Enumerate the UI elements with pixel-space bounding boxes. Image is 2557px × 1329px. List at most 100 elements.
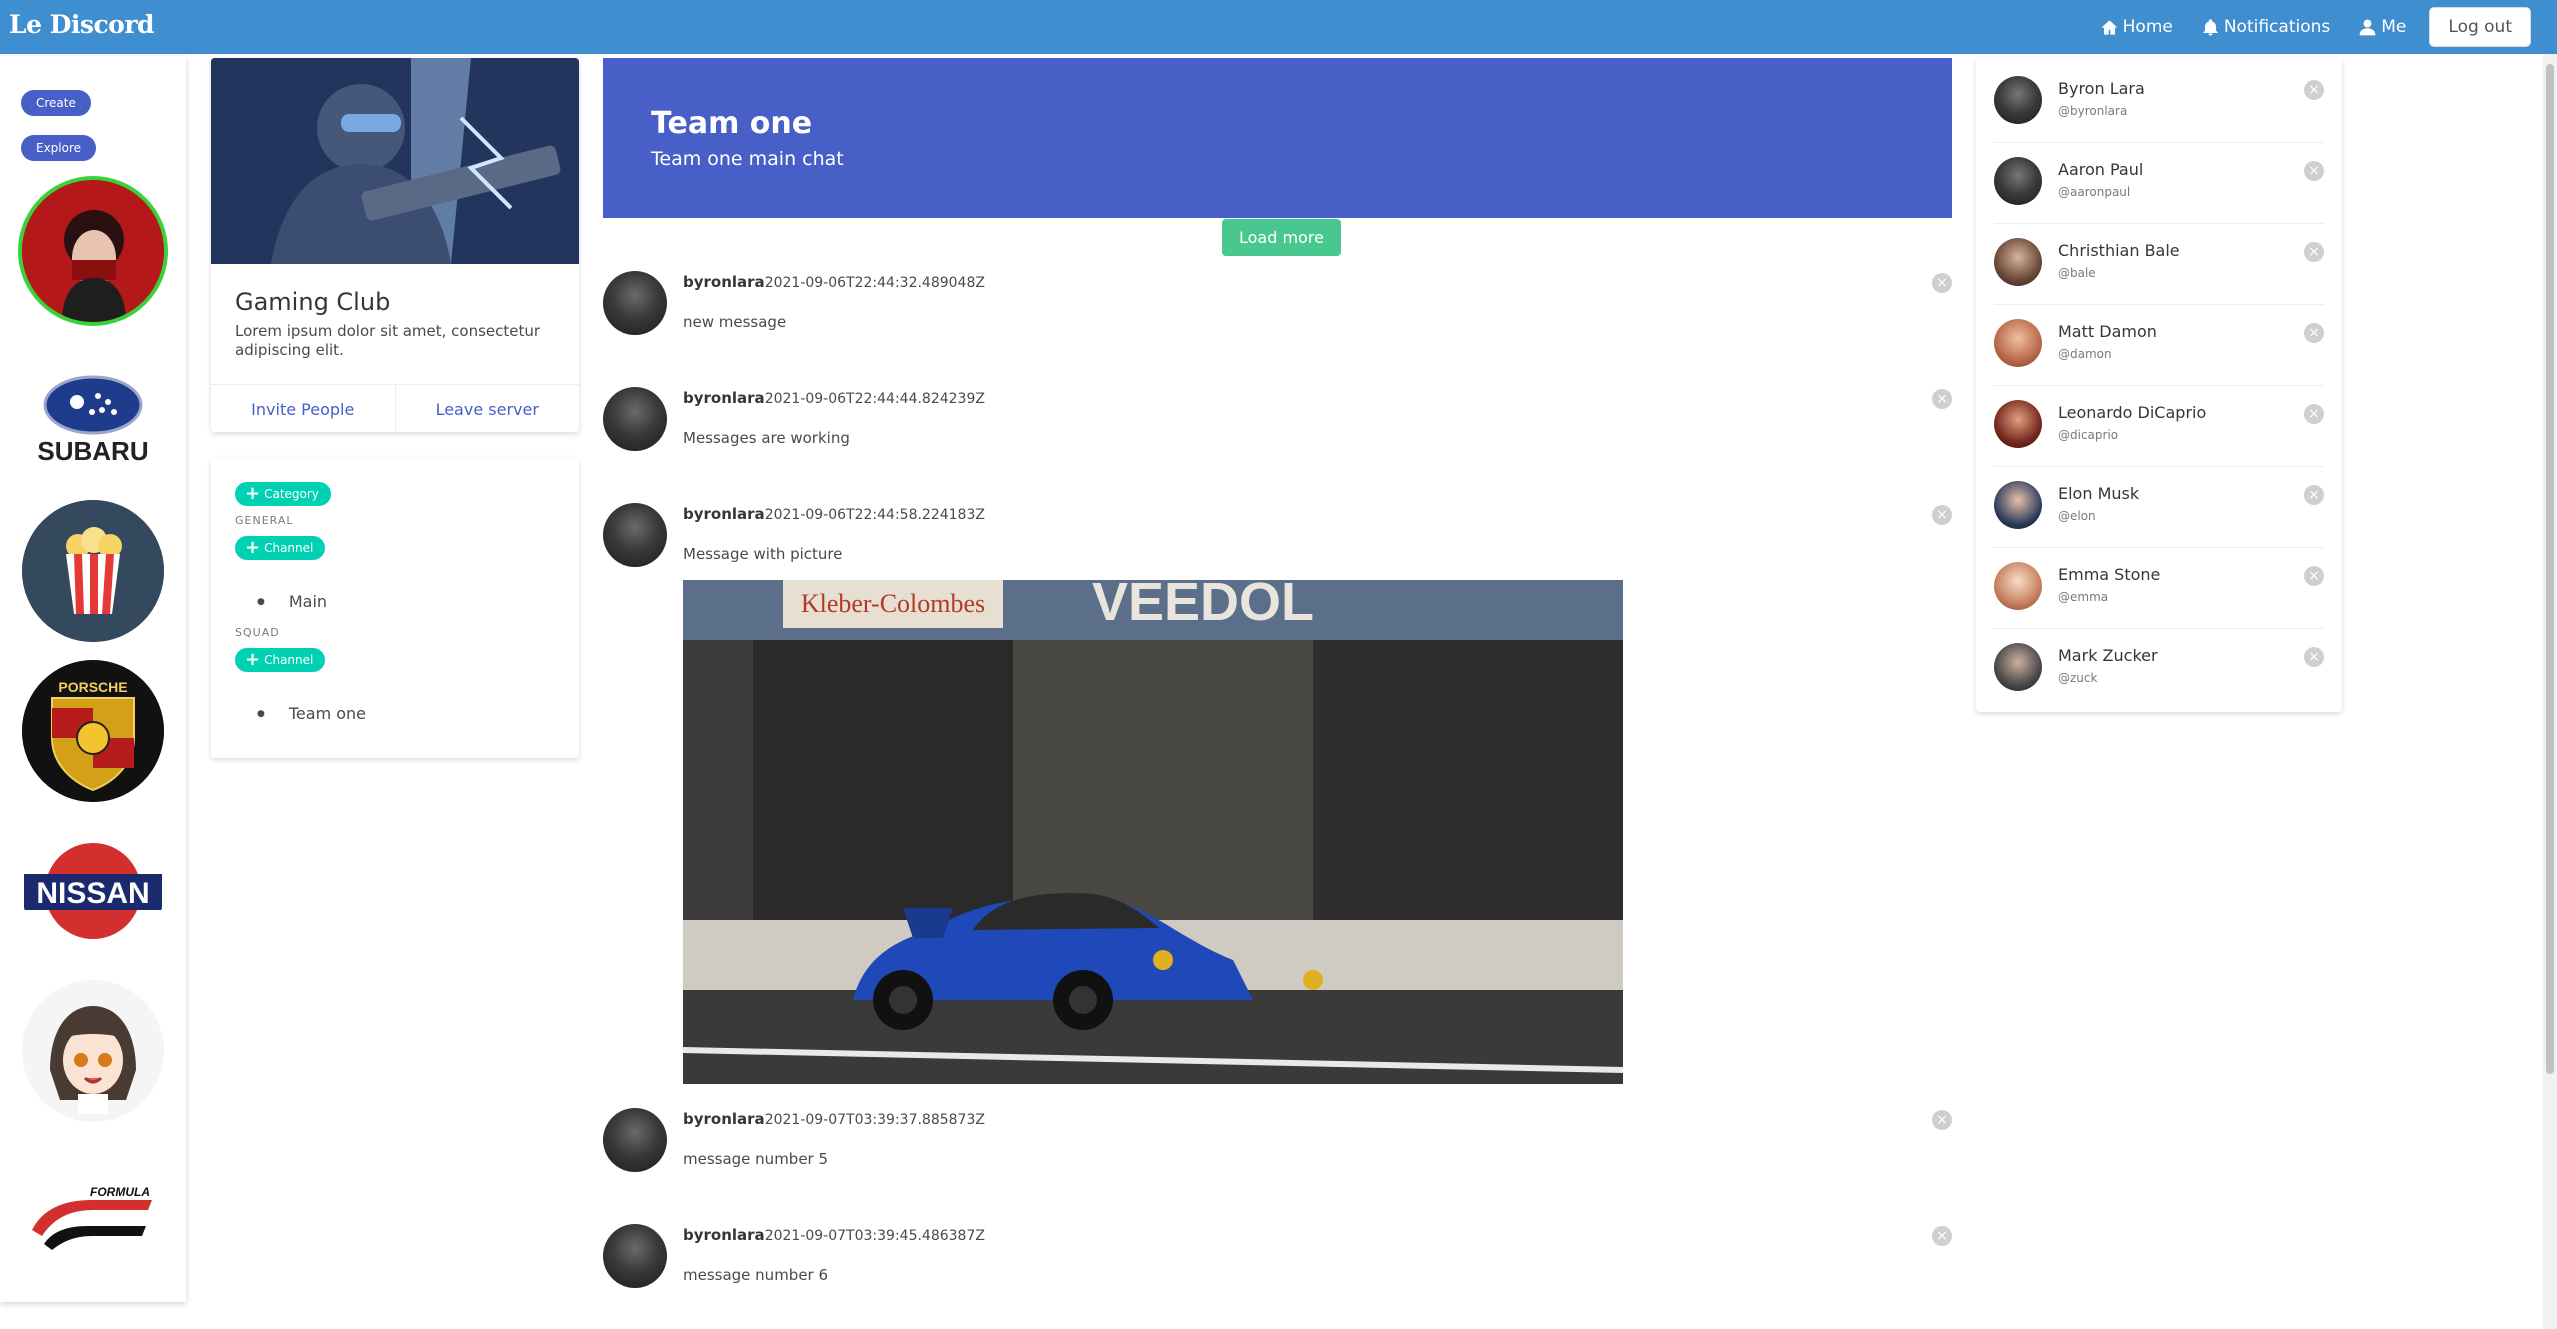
popcorn-icon (22, 500, 164, 642)
member-name: Elon Musk (2058, 484, 2140, 503)
avatar[interactable] (603, 271, 667, 335)
message-item: byronlara2021-09-07T03:39:37.885873Z mes… (603, 1108, 1952, 1188)
server-icon-nissan[interactable]: NISSAN (22, 820, 164, 962)
message-header: byronlara2021-09-07T03:39:45.486387Z (683, 1226, 985, 1244)
avatar (1994, 157, 2042, 205)
add-channel-button-squad[interactable]: + Channel (235, 648, 326, 672)
invite-people-link[interactable]: Invite People (211, 385, 395, 432)
chat-title: Team one (651, 106, 813, 141)
load-more-button[interactable]: Load more (1222, 219, 1341, 256)
member-item[interactable]: Mark Zucker @zuck × (1994, 629, 2324, 709)
member-item[interactable]: Leonardo DiCaprio @dicaprio × (1994, 386, 2324, 467)
scrollbar-thumb[interactable] (2546, 64, 2554, 1074)
message-timestamp: 2021-09-06T22:44:32.489048Z (764, 275, 985, 291)
nav-home-link[interactable]: Home (2100, 17, 2173, 37)
message-author[interactable]: byronlara (683, 273, 765, 291)
member-item[interactable]: Elon Musk @elon × (1994, 467, 2324, 548)
add-category-button[interactable]: + Category (235, 482, 331, 506)
message-author[interactable]: byronlara (683, 389, 765, 407)
delete-message-icon[interactable]: × (1932, 389, 1952, 409)
message-text: message number 6 (683, 1266, 829, 1284)
server-icon-anime-girl[interactable] (22, 980, 164, 1122)
subaru-text: SUBARU (37, 436, 148, 466)
remove-member-icon[interactable]: × (2304, 404, 2324, 424)
member-name: Matt Damon (2058, 322, 2157, 341)
server-icon-formula-drift[interactable]: FORMULA (22, 1140, 164, 1282)
blue-porsche-photo: Kleber-Colombes VEEDOL (683, 580, 1623, 1084)
brand-logo[interactable]: Le Discord (9, 10, 155, 39)
members-card: Byron Lara @byronlara × Aaron Paul @aaro… (1976, 58, 2342, 712)
plus-icon: + (245, 649, 261, 670)
remove-member-icon[interactable]: × (2304, 566, 2324, 586)
leave-server-link[interactable]: Leave server (394, 385, 580, 432)
member-item[interactable]: Emma Stone @emma × (1994, 548, 2324, 629)
message-timestamp: 2021-09-07T03:39:37.885873Z (764, 1112, 985, 1128)
delete-message-icon[interactable]: × (1932, 1110, 1952, 1130)
remove-member-icon[interactable]: × (2304, 647, 2324, 667)
porsche-text: PORSCHE (58, 679, 127, 695)
message-author[interactable]: byronlara (683, 505, 765, 523)
server-sidebar: Create Explore SUBARU PORSCHE NISSAN FOR… (0, 56, 186, 1302)
message-text: Messages are working (683, 429, 850, 447)
avatar[interactable] (603, 387, 667, 451)
avatar (1994, 238, 2042, 286)
nav-notifications-link[interactable]: Notifications (2201, 17, 2330, 37)
server-icon-subaru[interactable]: SUBARU (22, 350, 164, 492)
plus-icon: + (245, 483, 261, 504)
remove-member-icon[interactable]: × (2304, 485, 2324, 505)
delete-message-icon[interactable]: × (1932, 505, 1952, 525)
server-banner-image (211, 58, 579, 264)
member-name: Christhian Bale (2058, 241, 2180, 260)
nav-links: Home Notifications Me Log out (2100, 7, 2531, 47)
server-icon-popcorn[interactable] (22, 500, 164, 642)
message-item: byronlara2021-09-06T22:44:44.824239Z Mes… (603, 387, 1952, 467)
message-author[interactable]: byronlara (683, 1226, 765, 1244)
member-item[interactable]: Aaron Paul @aaronpaul × (1994, 143, 2324, 224)
remove-member-icon[interactable]: × (2304, 323, 2324, 343)
member-handle: @damon (2058, 347, 2112, 361)
remove-member-icon[interactable]: × (2304, 242, 2324, 262)
channels-card: + Category GENERAL + Channel Main SQUAD … (211, 458, 579, 758)
avatar[interactable] (603, 1224, 667, 1288)
add-channel-label: Channel (264, 653, 314, 667)
chat-subtitle: Team one main chat (651, 148, 844, 170)
channel-item-main[interactable]: Main (257, 592, 327, 611)
member-handle: @emma (2058, 590, 2109, 604)
member-handle: @bale (2058, 266, 2096, 280)
nissan-text: NISSAN (36, 877, 149, 910)
explore-servers-button[interactable]: Explore (21, 135, 97, 161)
server-icon-porsche[interactable]: PORSCHE (22, 660, 164, 802)
page-scrollbar[interactable] (2543, 54, 2557, 1329)
message-author[interactable]: byronlara (683, 1110, 765, 1128)
bell-icon (2203, 18, 2218, 35)
nav-home-label: Home (2122, 17, 2173, 37)
nav-me-label: Me (2381, 17, 2407, 37)
member-item[interactable]: Matt Damon @damon × (1994, 305, 2324, 386)
delete-message-icon[interactable]: × (1932, 1226, 1952, 1246)
member-name: Emma Stone (2058, 565, 2161, 584)
avatar[interactable] (603, 1108, 667, 1172)
message-item: byronlara2021-09-06T22:44:32.489048Z new… (603, 271, 1952, 351)
message-item: byronlara2021-09-06T22:44:58.224183Z Mes… (603, 503, 1952, 1093)
server-info-card: Gaming Club Lorem ipsum dolor sit amet, … (211, 58, 579, 432)
add-channel-button-general[interactable]: + Channel (235, 536, 326, 560)
logout-button[interactable]: Log out (2429, 7, 2531, 47)
avatar[interactable] (603, 503, 667, 567)
create-server-button[interactable]: Create (21, 90, 91, 116)
add-category-label: Category (264, 487, 319, 501)
server-icon-anime-red[interactable] (22, 180, 164, 322)
message-item: byronlara2021-09-07T03:39:45.486387Z mes… (603, 1224, 1952, 1304)
porsche-crest-icon: PORSCHE (22, 660, 164, 802)
channel-item-team-one[interactable]: Team one (257, 704, 366, 723)
message-header: byronlara2021-09-06T22:44:44.824239Z (683, 389, 985, 407)
nav-notifications-label: Notifications (2223, 17, 2331, 37)
message-image[interactable]: Kleber-Colombes VEEDOL (683, 580, 1623, 1084)
member-item[interactable]: Byron Lara @byronlara × (1994, 62, 2324, 143)
server-banner-art (211, 58, 579, 264)
delete-message-icon[interactable]: × (1932, 273, 1952, 293)
nav-me-link[interactable]: Me (2358, 17, 2406, 37)
member-item[interactable]: Christhian Bale @bale × (1994, 224, 2324, 305)
member-name: Mark Zucker (2058, 646, 2158, 665)
remove-member-icon[interactable]: × (2304, 80, 2324, 100)
remove-member-icon[interactable]: × (2304, 161, 2324, 181)
